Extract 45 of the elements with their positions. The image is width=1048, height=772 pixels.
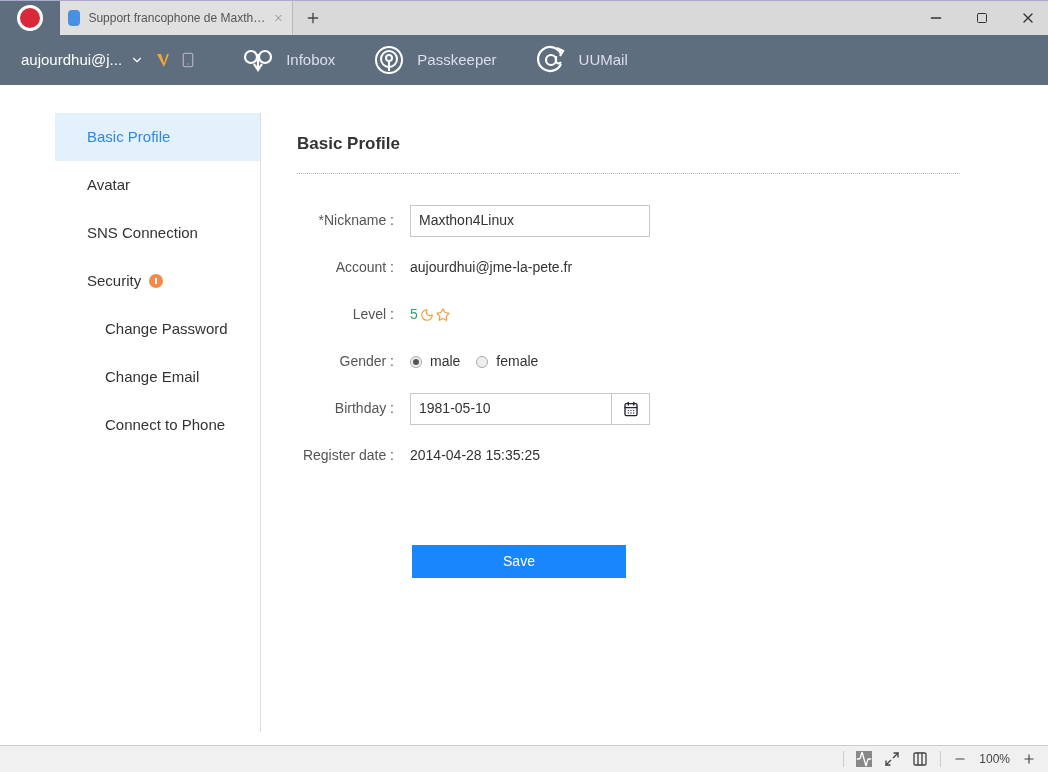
field-label: Register date :: [301, 446, 395, 465]
sidebar-item-label: Avatar: [87, 174, 131, 195]
sidebar-item-label: Connect to Phone: [105, 414, 226, 435]
sidebar-item[interactable]: Change Password: [55, 305, 260, 353]
level-number: 5: [410, 305, 418, 324]
app-link[interactable]: UUMail: [534, 44, 628, 76]
zoom-level: 100%: [979, 751, 1010, 768]
moon-icon: [419, 307, 434, 322]
sidebar-item-label: SNS Connection: [87, 222, 198, 243]
field-label: Birthday :: [333, 399, 395, 418]
field-label: Level :: [351, 305, 395, 324]
browser-tab[interactable]: Support francophone de Maxth…: [60, 1, 293, 35]
tab-title: Support francophone de Maxth…: [88, 10, 266, 27]
activity-icon[interactable]: [856, 751, 873, 767]
star-icon: [435, 307, 450, 322]
field-value: 2014-04-28 15:35:25: [410, 446, 540, 465]
sidebar-item-label: Basic Profile: [87, 126, 171, 147]
sidebar-item-label: Security: [87, 270, 142, 291]
field-label: *Nickname :: [317, 211, 395, 230]
app-link[interactable]: Passkeeper: [373, 44, 497, 76]
sidebar-item-label: Change Email: [105, 366, 200, 387]
gender-radio[interactable]: male: [410, 351, 461, 372]
maximize-icon[interactable]: [976, 12, 988, 24]
save-button[interactable]: Save: [412, 544, 626, 578]
account-name[interactable]: aujourdhui@j...: [21, 48, 123, 72]
sidebar-item[interactable]: Security: [55, 257, 260, 305]
field-label: Account :: [334, 258, 395, 277]
new-tab-icon[interactable]: [305, 10, 321, 26]
sidebar-item[interactable]: Change Email: [55, 353, 260, 401]
field-value: aujourdhui@jme-la-pete.fr: [410, 258, 573, 277]
zoom-in-icon[interactable]: [1022, 752, 1036, 766]
page-icon: [68, 10, 81, 26]
browser-logo-icon[interactable]: [17, 5, 43, 31]
sidebar-item-label: Change Password: [105, 318, 228, 339]
sidebar-item[interactable]: Connect to Phone: [55, 401, 260, 449]
columns-icon[interactable]: [912, 751, 929, 767]
sidebar-item[interactable]: SNS Connection: [55, 209, 260, 257]
field-label: Gender :: [338, 352, 395, 371]
gender-radio[interactable]: female: [476, 351, 539, 372]
section-title: Basic Profile: [297, 133, 401, 155]
sidebar-item[interactable]: Avatar: [55, 161, 260, 209]
app-link[interactable]: Infobox: [242, 44, 336, 76]
nickname-field[interactable]: Maxthon4Linux: [410, 204, 650, 237]
expand-icon[interactable]: [884, 751, 901, 767]
calendar-icon: [622, 400, 639, 417]
